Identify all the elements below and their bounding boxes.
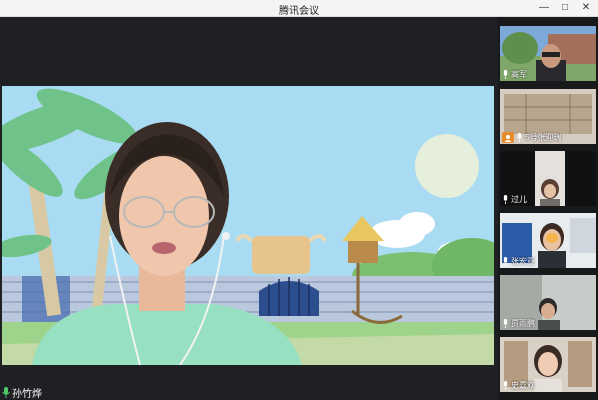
participant-tile[interactable]: 5号张迎瑞 <box>500 89 596 144</box>
mic-icon <box>503 257 508 266</box>
participant-tile[interactable]: 贾雨鹏 <box>500 275 596 330</box>
participant-tile[interactable]: 过儿 <box>500 151 596 206</box>
close-button[interactable]: ✕ <box>579 1 593 15</box>
participant-label: 5号张迎瑞 <box>502 132 561 143</box>
participant-label: 史嘉欢 <box>502 380 535 391</box>
participant-name: 贾雨鹏 <box>511 319 535 328</box>
title-bar: 腾讯会议 — □ ✕ <box>0 0 598 17</box>
main-video-area: 孙竹烨 <box>0 17 498 400</box>
participant-label: 贾雨鹏 <box>502 318 535 329</box>
participant-name: 高军 <box>511 70 527 79</box>
host-badge-icon <box>502 132 514 143</box>
main-video[interactable] <box>2 86 494 365</box>
mic-icon <box>517 133 522 142</box>
participant-label: 张宏亚 <box>502 256 535 267</box>
mic-active-icon <box>2 387 10 398</box>
mic-icon <box>503 195 508 204</box>
minimize-button[interactable]: — <box>537 1 551 15</box>
main-speaker-label: 孙竹烨 <box>2 386 42 400</box>
mic-icon <box>503 70 508 79</box>
window-title: 腾讯会议 <box>279 6 319 17</box>
participant-name: 张宏亚 <box>511 257 535 266</box>
participant-label: 过儿 <box>502 194 527 205</box>
participant-tile[interactable]: 高军 <box>500 26 596 81</box>
participant-name: 5号张迎瑞 <box>525 133 562 142</box>
main-speaker-name: 孙竹烨 <box>12 389 42 400</box>
participant-sidebar: 高军 5号张迎瑞 过儿 张宏亚 贾雨鹏 史嘉欢 <box>498 17 598 400</box>
maximize-button[interactable]: □ <box>558 1 572 15</box>
participant-tile[interactable]: 史嘉欢 <box>500 337 596 392</box>
mic-icon <box>503 319 508 328</box>
main-video-frame <box>2 86 494 365</box>
mic-icon <box>503 381 508 390</box>
participant-label: 高军 <box>502 69 527 80</box>
participant-name: 史嘉欢 <box>511 381 535 390</box>
participant-tile[interactable]: 张宏亚 <box>500 213 596 268</box>
participant-name: 过儿 <box>511 195 527 204</box>
